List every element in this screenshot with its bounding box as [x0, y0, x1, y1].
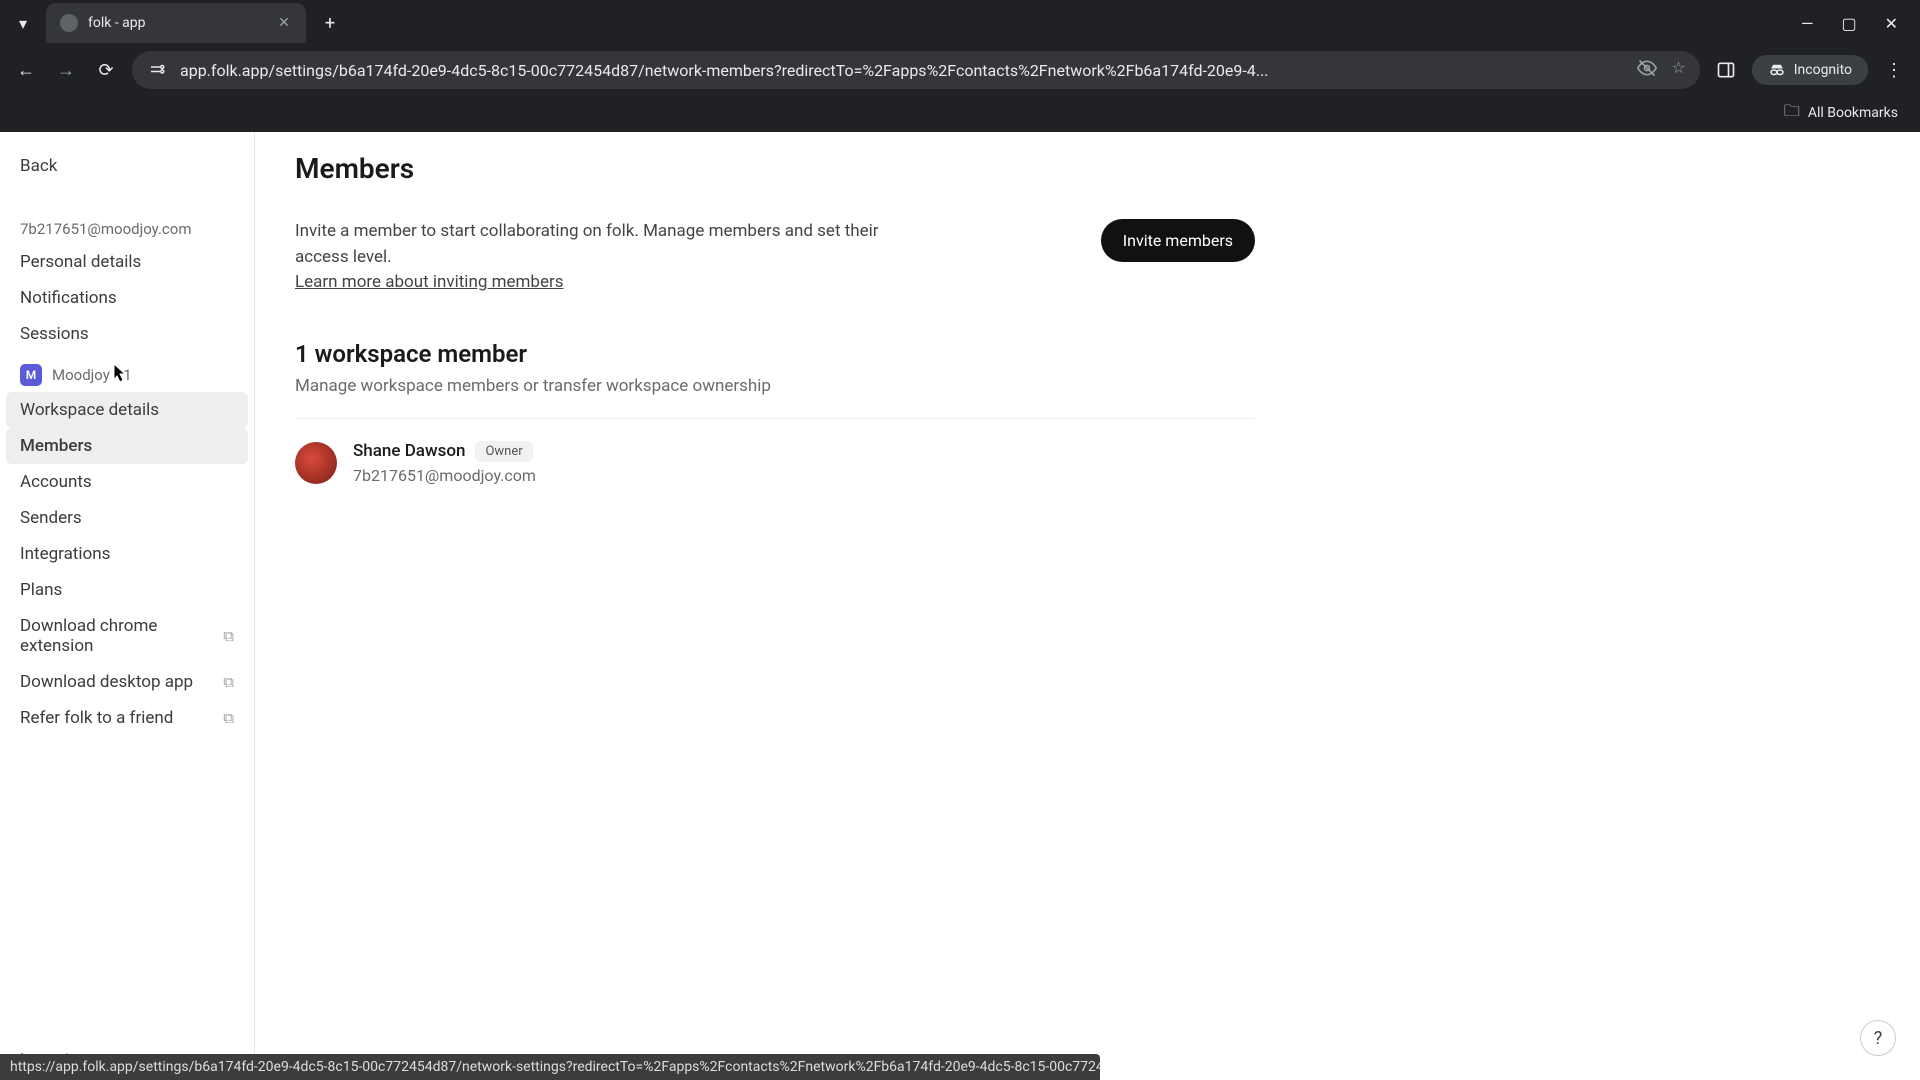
sidebar-item-download-desktop-app[interactable]: Download desktop app ⧉	[6, 664, 248, 700]
page-title: Members	[295, 152, 1880, 185]
sidebar-item-personal-details[interactable]: Personal details	[6, 244, 248, 280]
tab-bar: ▾ folk - app ✕ + — ▢ ✕	[0, 0, 1920, 46]
bookmarks-bar: 🗀 All Bookmarks	[0, 94, 1920, 132]
forward-icon[interactable]: →	[52, 56, 80, 84]
invite-text: Invite a member to start collaborating o…	[295, 221, 879, 267]
sidebar-item-refer-friend[interactable]: Refer folk to a friend ⧉	[6, 700, 248, 736]
eye-off-icon[interactable]	[1637, 58, 1657, 82]
sidebar-item-workspace-details[interactable]: Workspace details	[6, 392, 248, 428]
incognito-icon	[1768, 61, 1786, 79]
incognito-label: Incognito	[1794, 62, 1852, 78]
maximize-icon[interactable]: ▢	[1841, 14, 1856, 33]
browser-tab[interactable]: folk - app ✕	[46, 3, 306, 43]
sidebar-item-plans[interactable]: Plans	[6, 572, 248, 608]
status-bar: https://app.folk.app/settings/b6a174fd-2…	[0, 1054, 1100, 1080]
avatar	[295, 442, 337, 484]
browser-toolbar: ← → ⟳ app.folk.app/settings/b6a174fd-20e…	[0, 46, 1920, 94]
side-panel-icon[interactable]	[1712, 56, 1740, 84]
main-panel: Members Invite a member to start collabo…	[255, 132, 1920, 1080]
sidebar-user-email: 7b217651@moodjoy.com	[6, 214, 248, 244]
site-info-icon[interactable]	[146, 59, 168, 81]
new-tab-button[interactable]: +	[314, 7, 346, 39]
window-controls: — ▢ ✕	[1801, 14, 1920, 33]
tab-search-dropdown[interactable]: ▾	[8, 8, 38, 38]
sidebar-item-integrations[interactable]: Integrations	[6, 536, 248, 572]
help-button[interactable]: ?	[1860, 1020, 1896, 1056]
close-icon[interactable]: ✕	[276, 15, 292, 31]
workspace-header: M Moodjoy A1	[6, 352, 248, 392]
member-count-title: 1 workspace member	[295, 340, 1880, 368]
sidebar-item-label: Download desktop app	[20, 672, 193, 692]
learn-more-link[interactable]: Learn more about inviting members	[295, 272, 564, 292]
url-text: app.folk.app/settings/b6a174fd-20e9-4dc5…	[180, 61, 1625, 80]
tab-favicon	[60, 14, 78, 32]
workspace-badge: M	[20, 364, 42, 386]
sidebar-item-senders[interactable]: Senders	[6, 500, 248, 536]
sidebar-item-sessions[interactable]: Sessions	[6, 316, 248, 352]
browser-chrome: ▾ folk - app ✕ + — ▢ ✕ ← → ⟳ app.folk.ap…	[0, 0, 1920, 132]
invite-members-button[interactable]: Invite members	[1101, 219, 1255, 262]
divider	[295, 418, 1255, 419]
member-section-subtitle: Manage workspace members or transfer wor…	[295, 376, 1880, 396]
settings-sidebar: Back 7b217651@moodjoy.com Personal detai…	[0, 132, 255, 1080]
member-email: 7b217651@moodjoy.com	[353, 466, 536, 485]
sidebar-item-label: Download chrome extension	[20, 616, 215, 656]
all-bookmarks-link[interactable]: All Bookmarks	[1808, 105, 1898, 121]
external-link-icon: ⧉	[223, 709, 234, 727]
member-name: Shane Dawson	[353, 441, 465, 461]
browser-menu-icon[interactable]: ⋮	[1880, 56, 1908, 84]
invite-description: Invite a member to start collaborating o…	[295, 219, 935, 296]
back-link[interactable]: Back	[6, 146, 248, 186]
back-icon[interactable]: ←	[12, 56, 40, 84]
star-icon[interactable]: ☆	[1671, 58, 1685, 82]
incognito-indicator[interactable]: Incognito	[1752, 55, 1868, 85]
bookmarks-folder-icon: 🗀	[1784, 100, 1800, 127]
close-window-icon[interactable]: ✕	[1885, 14, 1898, 33]
external-link-icon: ⧉	[223, 673, 234, 691]
app-content: Back 7b217651@moodjoy.com Personal detai…	[0, 132, 1920, 1080]
workspace-name: Moodjoy A1	[52, 366, 132, 384]
minimize-icon[interactable]: —	[1801, 14, 1814, 33]
sidebar-item-download-chrome-extension[interactable]: Download chrome extension ⧉	[6, 608, 248, 664]
tab-title: folk - app	[88, 15, 266, 31]
external-link-icon: ⧉	[223, 627, 234, 645]
owner-badge: Owner	[475, 441, 532, 462]
sidebar-item-accounts[interactable]: Accounts	[6, 464, 248, 500]
url-bar[interactable]: app.folk.app/settings/b6a174fd-20e9-4dc5…	[132, 51, 1700, 89]
reload-icon[interactable]: ⟳	[92, 56, 120, 84]
sidebar-item-notifications[interactable]: Notifications	[6, 280, 248, 316]
member-row: Shane Dawson Owner 7b217651@moodjoy.com	[295, 441, 1880, 485]
sidebar-item-members[interactable]: Members	[6, 428, 248, 464]
sidebar-item-label: Refer folk to a friend	[20, 708, 173, 728]
